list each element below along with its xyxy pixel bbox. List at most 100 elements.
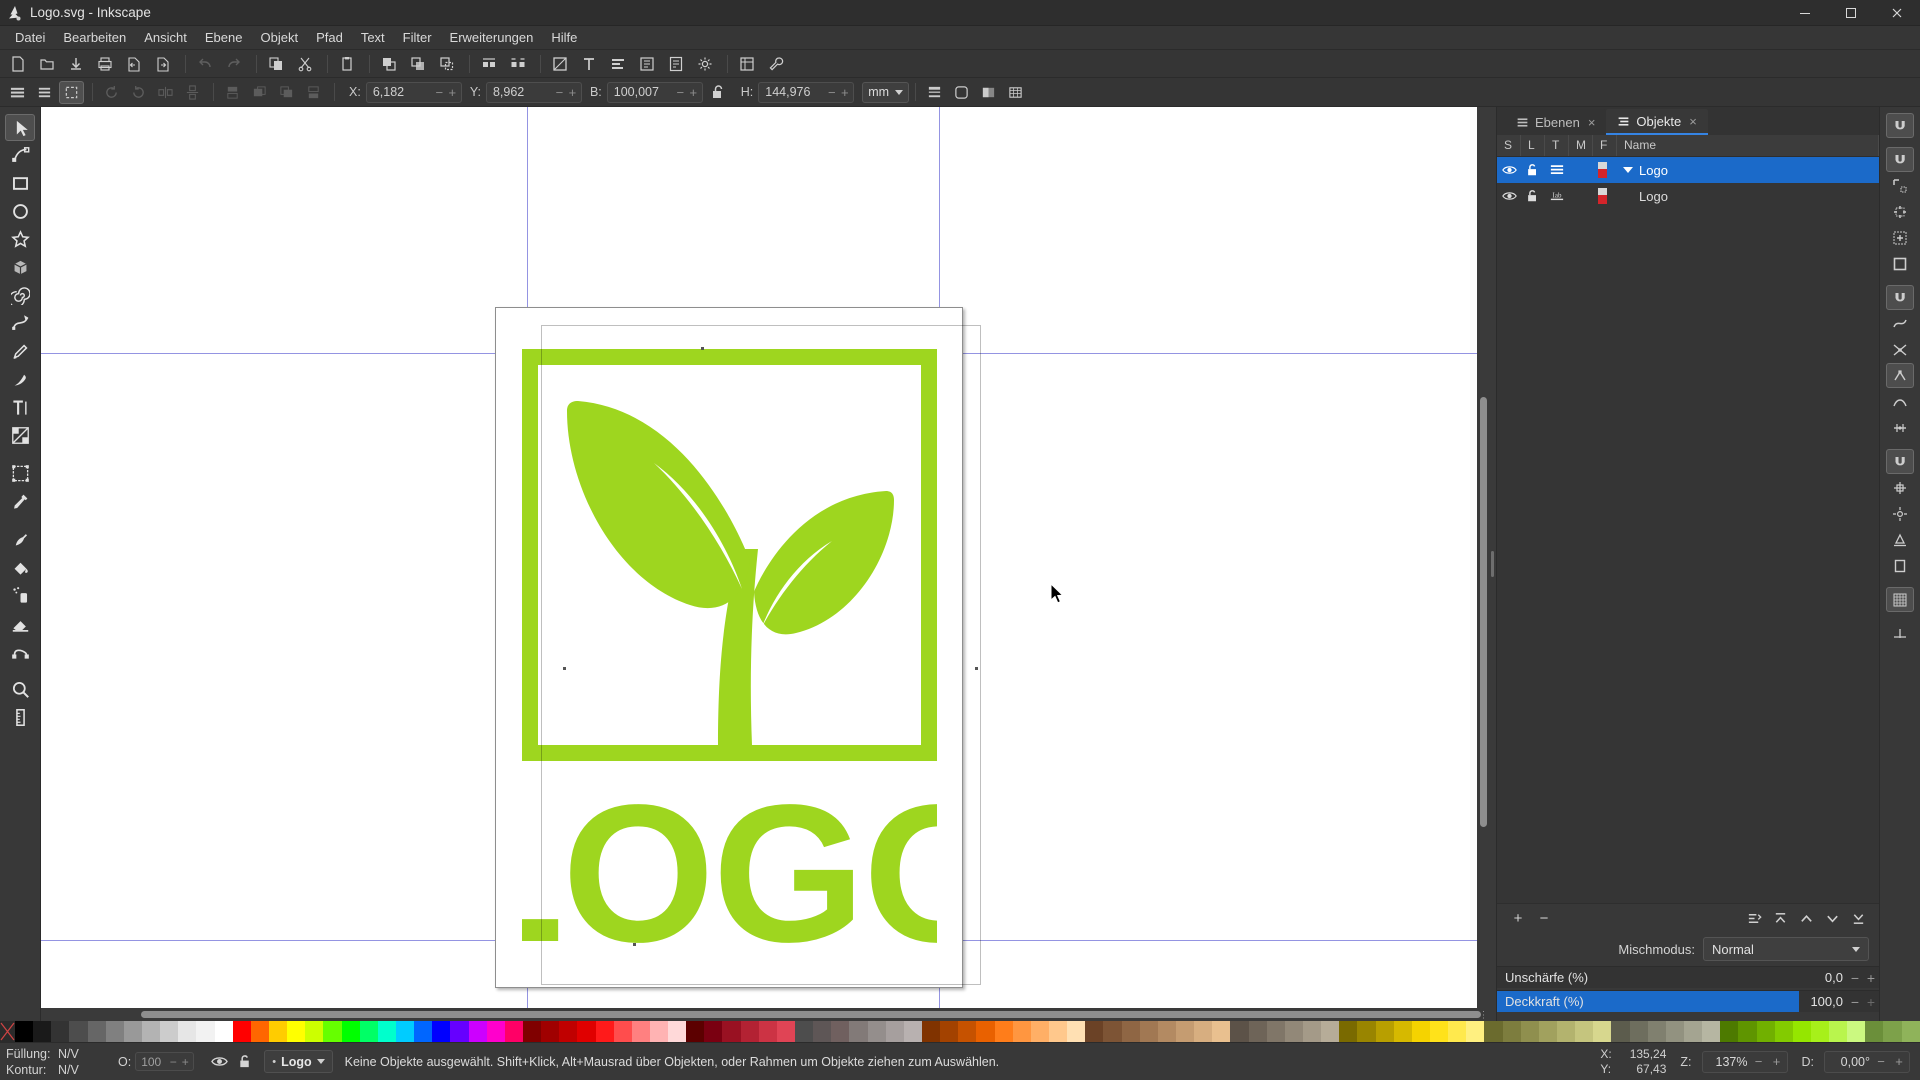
minimize-button[interactable]: [1782, 0, 1828, 26]
undo-icon[interactable]: [192, 52, 218, 76]
palette-swatch[interactable]: [1266, 1021, 1285, 1042]
lock-aspect-ratio-icon[interactable]: [707, 81, 729, 103]
new-document-icon[interactable]: [5, 52, 31, 76]
calligraphy-tool[interactable]: [5, 366, 35, 393]
palette-swatch[interactable]: [740, 1021, 759, 1042]
palette-swatch[interactable]: [1466, 1021, 1485, 1042]
spray-tool[interactable]: [5, 582, 35, 609]
palette-swatch[interactable]: [1883, 1021, 1902, 1042]
snap-bbox-edge-midpoints-toggle[interactable]: [1886, 199, 1914, 224]
palette-swatch[interactable]: [1629, 1021, 1648, 1042]
affect-gradients-icon[interactable]: [976, 81, 1001, 104]
selector-tool[interactable]: [5, 114, 35, 141]
height-increment[interactable]: +: [838, 85, 851, 100]
palette-swatch[interactable]: [922, 1021, 941, 1042]
palette-swatch[interactable]: [885, 1021, 904, 1042]
opacity-slider[interactable]: Deckkraft (%) 100,0 − +: [1497, 990, 1879, 1012]
snap-midpoints-toggle[interactable]: [1886, 415, 1914, 440]
mesh-tool[interactable]: [5, 460, 35, 487]
zoom-increment[interactable]: +: [1770, 1054, 1784, 1069]
palette-swatch[interactable]: [1302, 1021, 1322, 1042]
palette-swatch[interactable]: [758, 1021, 777, 1042]
splitter-grip[interactable]: [1491, 551, 1494, 577]
palette-swatch[interactable]: [287, 1021, 306, 1042]
rectangle-tool[interactable]: [5, 170, 35, 197]
palette-swatch[interactable]: [414, 1021, 433, 1042]
snap-guides-toggle[interactable]: [1886, 621, 1914, 646]
select-all-icon[interactable]: [5, 81, 30, 104]
y-field[interactable]: 8,962 − +: [485, 81, 582, 103]
palette-swatch[interactable]: [1575, 1021, 1594, 1042]
palette-swatch[interactable]: [377, 1021, 396, 1042]
menu-ebene[interactable]: Ebene: [196, 27, 252, 49]
paintbucket-tool[interactable]: [5, 554, 35, 581]
add-object-button[interactable]: +: [1505, 907, 1531, 931]
snap-grid-toggle[interactable]: [1886, 587, 1914, 612]
column-header-t[interactable]: T: [1545, 135, 1569, 156]
affect-patterns-icon[interactable]: [1003, 81, 1028, 104]
palette-swatch[interactable]: [1756, 1021, 1775, 1042]
open-document-icon[interactable]: [34, 52, 60, 76]
x-increment[interactable]: +: [446, 85, 459, 100]
palette-swatch[interactable]: [686, 1021, 705, 1042]
close-button[interactable]: [1874, 0, 1920, 26]
menu-text[interactable]: Text: [352, 27, 394, 49]
palette-swatch[interactable]: [1865, 1021, 1884, 1042]
palette-swatch[interactable]: [994, 1021, 1013, 1042]
blend-mode-select[interactable]: Normal: [1703, 937, 1869, 961]
palette-swatch[interactable]: [1049, 1021, 1068, 1042]
palette-swatch[interactable]: [15, 1021, 34, 1042]
layer-lock-toggle[interactable]: [232, 1051, 258, 1073]
rotation-field[interactable]: 0,00° − +: [1824, 1050, 1910, 1073]
palette-swatch[interactable]: [1665, 1021, 1684, 1042]
opacity-decrement[interactable]: −: [1847, 994, 1863, 1010]
palette-swatch[interactable]: [268, 1021, 288, 1042]
palette-swatch[interactable]: [305, 1021, 324, 1042]
palette-swatch[interactable]: [649, 1021, 669, 1042]
palette-swatch[interactable]: [450, 1021, 469, 1042]
palette-swatch[interactable]: [704, 1021, 723, 1042]
palette-swatch[interactable]: [1829, 1021, 1848, 1042]
palette-swatch[interactable]: [1411, 1021, 1430, 1042]
raise-to-top-button[interactable]: [1767, 907, 1793, 931]
palette-swatch[interactable]: [232, 1021, 251, 1042]
fill-swatch-cell[interactable]: [1593, 188, 1617, 204]
drawing-canvas[interactable]: LOGO: [41, 107, 1477, 1008]
snap-others-toggle[interactable]: [1886, 449, 1914, 474]
palette-swatch[interactable]: [1321, 1021, 1340, 1042]
gradient-tool[interactable]: [5, 422, 35, 449]
palette-swatch[interactable]: [395, 1021, 415, 1042]
rotation-decrement[interactable]: −: [1874, 1054, 1888, 1069]
palette-swatch[interactable]: [486, 1021, 505, 1042]
blur-increment[interactable]: +: [1863, 970, 1879, 986]
table-row[interactable]: Iab Logo: [1497, 183, 1879, 209]
raise-button[interactable]: [1793, 907, 1819, 931]
palette-swatch[interactable]: [214, 1021, 233, 1042]
palette-swatch[interactable]: [1176, 1021, 1195, 1042]
blur-slider[interactable]: Unschärfe (%) 0,0 − +: [1497, 966, 1879, 988]
palette-swatch[interactable]: [69, 1021, 88, 1042]
palette-swatch[interactable]: [105, 1021, 124, 1042]
opacity-field[interactable]: 100 − +: [135, 1052, 195, 1071]
lower-icon[interactable]: [274, 81, 299, 104]
zoom-tool[interactable]: [5, 676, 35, 703]
ellipse-tool[interactable]: [5, 198, 35, 225]
palette-swatch[interactable]: [795, 1021, 814, 1042]
palette-swatch[interactable]: [903, 1021, 923, 1042]
palette-swatch[interactable]: [1702, 1021, 1721, 1042]
palette-swatch[interactable]: [522, 1021, 542, 1042]
menu-ansicht[interactable]: Ansicht: [135, 27, 196, 49]
measure-tool[interactable]: [5, 704, 35, 731]
lower-to-bottom-button[interactable]: [1845, 907, 1871, 931]
xml-editor-icon[interactable]: [634, 52, 660, 76]
palette-swatch[interactable]: [958, 1021, 977, 1042]
palette-swatch[interactable]: [250, 1021, 269, 1042]
column-header-name[interactable]: Name: [1617, 135, 1879, 156]
palette-swatch[interactable]: [341, 1021, 360, 1042]
object-list[interactable]: Logo Iab Logo: [1497, 157, 1879, 903]
palette-swatch[interactable]: [196, 1021, 215, 1042]
column-header-m[interactable]: M: [1569, 135, 1593, 156]
palette-swatch[interactable]: [940, 1021, 959, 1042]
palette-swatch[interactable]: [1357, 1021, 1376, 1042]
text-tool[interactable]: [5, 394, 35, 421]
